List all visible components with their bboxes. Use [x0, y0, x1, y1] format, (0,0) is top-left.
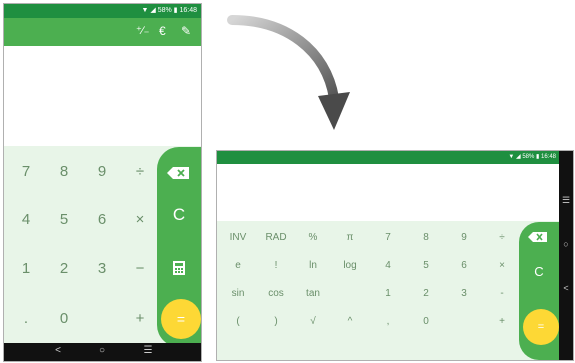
- sci-key-2-2[interactable]: tan: [294, 280, 332, 308]
- key-0-3[interactable]: ÷: [122, 152, 158, 192]
- sci-key-0-0[interactable]: INV: [219, 224, 257, 252]
- ruler-icon[interactable]: ✎: [181, 24, 191, 38]
- key-2-2[interactable]: 3: [84, 249, 120, 289]
- sci-key-1-5[interactable]: 5: [407, 252, 445, 280]
- sci-key-1-1[interactable]: !: [257, 252, 295, 280]
- sci-key-2-1[interactable]: cos: [257, 280, 295, 308]
- key-2-1[interactable]: 2: [46, 249, 82, 289]
- battery-icon: ▮: [536, 154, 540, 160]
- menu-icon[interactable]: ☰: [138, 345, 158, 356]
- backspace-icon[interactable]: [165, 165, 193, 181]
- navigation-bar: < ○ ☰: [4, 343, 201, 361]
- sci-key-3-2[interactable]: √: [294, 308, 332, 336]
- key-2-0[interactable]: 1: [8, 249, 44, 289]
- navigation-bar-landscape: ☰ ○ <: [559, 151, 573, 360]
- signal-icon: ◢: [150, 7, 156, 14]
- sci-key-3-1[interactable]: ): [257, 308, 295, 336]
- status-bar: ▼ ◢ 58% ▮ 16:48: [4, 4, 201, 18]
- sci-key-1-2[interactable]: ln: [294, 252, 332, 280]
- key-0-1[interactable]: 8: [46, 152, 82, 192]
- menu-icon[interactable]: ☰: [559, 195, 573, 206]
- rotation-arrow-icon: [227, 15, 350, 130]
- sci-key-3-7[interactable]: +: [483, 308, 521, 336]
- status-bar-landscape: ▼ ◢ 58% ▮ 16:48: [217, 151, 559, 164]
- clock: 16:48: [179, 7, 197, 14]
- equals-button[interactable]: =: [523, 309, 559, 345]
- key-1-2[interactable]: 6: [84, 200, 120, 240]
- key-0-2[interactable]: 9: [84, 152, 120, 192]
- sci-key-3-4[interactable]: ,: [369, 308, 407, 336]
- sci-key-0-7[interactable]: ÷: [483, 224, 521, 252]
- sci-key-2-0[interactable]: sin: [219, 280, 257, 308]
- sci-key-2-5[interactable]: 2: [407, 280, 445, 308]
- sci-key-2-7[interactable]: -: [483, 280, 521, 308]
- sci-key-0-2[interactable]: %: [294, 224, 332, 252]
- battery-percent: 58%: [522, 154, 535, 160]
- sci-key-2-4[interactable]: 1: [369, 280, 407, 308]
- sci-key-1-4[interactable]: 4: [369, 252, 407, 280]
- wifi-icon: ▼: [141, 7, 149, 14]
- portrait-calculator: ▼ ◢ 58% ▮ 16:48 ⁺∕₋ € ✎ C = < ○ ☰ 7 8 9 ÷ 4 5…: [3, 3, 202, 362]
- equals-button[interactable]: =: [161, 299, 201, 339]
- signal-icon: ◢: [516, 154, 521, 160]
- toolbar: ⁺∕₋ € ✎: [4, 18, 201, 46]
- sci-key-3-0[interactable]: (: [219, 308, 257, 336]
- display-landscape: [217, 164, 559, 221]
- sci-key-3-5[interactable]: 0: [407, 308, 445, 336]
- home-icon[interactable]: ○: [559, 239, 573, 249]
- sci-key-1-3[interactable]: log: [331, 252, 369, 280]
- key-1-1[interactable]: 5: [46, 200, 82, 240]
- sci-key-0-6[interactable]: 9: [445, 224, 483, 252]
- sci-key-1-6[interactable]: 6: [445, 252, 483, 280]
- clear-button[interactable]: C: [157, 205, 201, 225]
- wifi-icon: ▼: [508, 154, 515, 160]
- backspace-icon[interactable]: [526, 230, 550, 244]
- clear-button[interactable]: C: [519, 264, 559, 279]
- sci-key-1-0[interactable]: e: [219, 252, 257, 280]
- plus-minus-icon[interactable]: ⁺∕₋: [136, 24, 149, 37]
- back-icon[interactable]: <: [559, 283, 573, 293]
- key-3-3[interactable]: +: [122, 299, 158, 339]
- key-1-3[interactable]: ×: [122, 200, 158, 240]
- back-icon[interactable]: <: [48, 345, 68, 356]
- sci-key-3-3[interactable]: ^: [331, 308, 369, 336]
- sci-key-0-4[interactable]: 7: [369, 224, 407, 252]
- key-3-0[interactable]: .: [8, 299, 44, 339]
- landscape-calculator: ▼ ◢ 58% ▮ 16:48 C = ☰ ○ < INV RAD% π 7 8 9 ÷ e!…: [216, 150, 574, 361]
- battery-icon: ▮: [173, 7, 178, 14]
- sci-key-2-6[interactable]: 3: [445, 280, 483, 308]
- sci-key-0-5[interactable]: 8: [407, 224, 445, 252]
- key-2-3[interactable]: −: [122, 249, 158, 289]
- battery-percent: 58%: [157, 7, 172, 14]
- sci-key-0-1[interactable]: RAD: [257, 224, 295, 252]
- display: [4, 46, 201, 146]
- key-1-0[interactable]: 4: [8, 200, 44, 240]
- clock: 16:48: [540, 154, 556, 160]
- key-0-0[interactable]: 7: [8, 152, 44, 192]
- calculator-icon[interactable]: [171, 260, 187, 276]
- euro-icon[interactable]: €: [159, 24, 166, 38]
- home-icon[interactable]: ○: [92, 345, 112, 356]
- key-3-1[interactable]: 0: [46, 299, 82, 339]
- sci-key-0-3[interactable]: π: [331, 224, 369, 252]
- sci-key-1-7[interactable]: ×: [483, 252, 521, 280]
